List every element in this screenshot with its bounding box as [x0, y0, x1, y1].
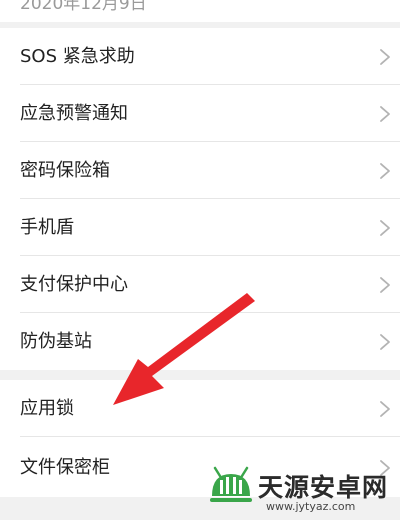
divider: [20, 436, 400, 437]
security-features-group: SOS 紧急求助 应急预警通知 密码保险箱 手机盾 支付保护中心 防伪基站: [0, 28, 400, 370]
date-text: 2020年12月9日: [20, 0, 147, 14]
row-app-lock[interactable]: 应用锁: [0, 380, 400, 437]
watermark-url: www.jytyaz.com: [266, 500, 356, 513]
chevron-right-icon: [380, 277, 390, 293]
settings-screen: 2020年12月9日 SOS 紧急求助 应急预警通知 密码保险箱 手机盾 支付保…: [0, 0, 400, 520]
row-sos-emergency[interactable]: SOS 紧急求助: [0, 28, 400, 85]
row-emergency-alert[interactable]: 应急预警通知: [0, 85, 400, 142]
row-label: 支付保护中心: [20, 274, 128, 295]
chevron-right-icon: [380, 220, 390, 236]
row-fake-base-station[interactable]: 防伪基站: [0, 313, 400, 370]
previous-section-strip: 2020年12月9日: [0, 0, 400, 22]
row-label: 密码保险箱: [20, 160, 110, 181]
row-label: 应急预警通知: [20, 103, 128, 124]
chevron-right-icon: [380, 401, 390, 417]
chevron-right-icon: [380, 163, 390, 179]
row-label: 文件保密柜: [20, 457, 110, 478]
row-payment-protection[interactable]: 支付保护中心: [0, 256, 400, 313]
watermark: 天源安卓网 www.jytyaz.com: [206, 466, 396, 516]
chevron-right-icon: [380, 49, 390, 65]
chevron-right-icon: [380, 106, 390, 122]
android-logo-icon: [210, 466, 252, 502]
row-label: 应用锁: [20, 398, 74, 419]
row-phone-shield[interactable]: 手机盾: [0, 199, 400, 256]
row-password-vault[interactable]: 密码保险箱: [0, 142, 400, 199]
chevron-right-icon: [380, 334, 390, 350]
watermark-title: 天源安卓网: [258, 473, 389, 502]
row-label: SOS 紧急求助: [20, 46, 135, 67]
row-label: 手机盾: [20, 217, 74, 238]
row-label: 防伪基站: [20, 331, 92, 352]
